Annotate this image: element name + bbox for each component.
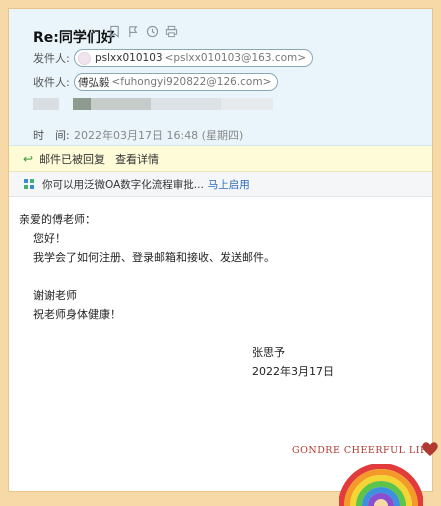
redaction-block [73, 98, 91, 110]
sender-label: 发件人: [33, 52, 70, 65]
recipient-row: 收件人: 傅弘毅 <fuhongyi920822@126.com> [33, 73, 279, 91]
time-row: 时 间: 2022年03月17日 16:48 (星期四) [33, 127, 243, 143]
redaction-block [221, 98, 273, 110]
signature-name: 张思予 [252, 346, 285, 359]
clock-icon[interactable] [146, 25, 159, 38]
bookmark-icon[interactable] [108, 25, 121, 38]
header-toolbar [108, 25, 178, 38]
email-reader-window: Re:同学们好 发件人: pslxx010103 <pslxx010103@16… [8, 8, 438, 506]
promo-banner: 你可以用泛微OA数字化流程审批... 马上启用 [9, 172, 432, 197]
sender-name: pslxx010103 [95, 52, 163, 64]
view-details-link[interactable]: 查看详情 [115, 151, 159, 167]
stationery-brand: GONDRE CHEERFUL LIFE [292, 445, 435, 456]
avatar [78, 51, 91, 65]
redacted-row [33, 98, 273, 110]
recipient-chip[interactable]: 傅弘毅 <fuhongyi920822@126.com> [74, 73, 279, 91]
enable-now-link[interactable]: 马上启用 [208, 177, 250, 192]
sender-chip[interactable]: pslxx010103 <pslxx010103@163.com> [74, 49, 314, 67]
replied-text: 邮件已被回复 [39, 152, 106, 166]
redaction-block [33, 98, 59, 110]
recipient-name: 傅弘毅 [78, 76, 110, 89]
message-line: 谢谢老师 [33, 289, 77, 302]
message-line: 祝老师身体健康！ [33, 308, 121, 321]
recipient-address: <fuhongyi920822@126.com> [111, 76, 272, 88]
replied-banner: ↩ 邮件已被回复 查看详情 [9, 146, 432, 172]
redaction-block [151, 98, 221, 110]
message-line: 您好！ [33, 232, 66, 245]
print-icon[interactable] [165, 25, 178, 38]
email-subject: Re:同学们好 [33, 30, 115, 46]
oa-app-icon [23, 178, 35, 190]
time-value: 2022年03月17日 16:48 (星期四) [74, 129, 244, 142]
message-greeting: 亲爱的傅老师： [19, 213, 96, 226]
promo-text: 你可以用泛微OA数字化流程审批... [42, 178, 204, 191]
email-header: Re:同学们好 发件人: pslxx010103 <pslxx010103@16… [9, 9, 432, 146]
flag-icon[interactable] [127, 25, 140, 38]
signature-date: 2022年3月17日 [252, 365, 334, 378]
reply-arrow-icon: ↩ [23, 151, 34, 166]
recipient-label: 收件人: [33, 76, 70, 89]
sender-row: 发件人: pslxx010103 <pslxx010103@163.com> [33, 49, 314, 67]
sender-address: <pslxx010103@163.com> [164, 52, 307, 64]
redaction-block [91, 98, 151, 110]
time-label: 时 间: [33, 129, 70, 142]
message-line: 我学会了如何注册、登录邮箱和接收、发送邮件。 [33, 251, 275, 264]
heart-icon [422, 442, 438, 456]
